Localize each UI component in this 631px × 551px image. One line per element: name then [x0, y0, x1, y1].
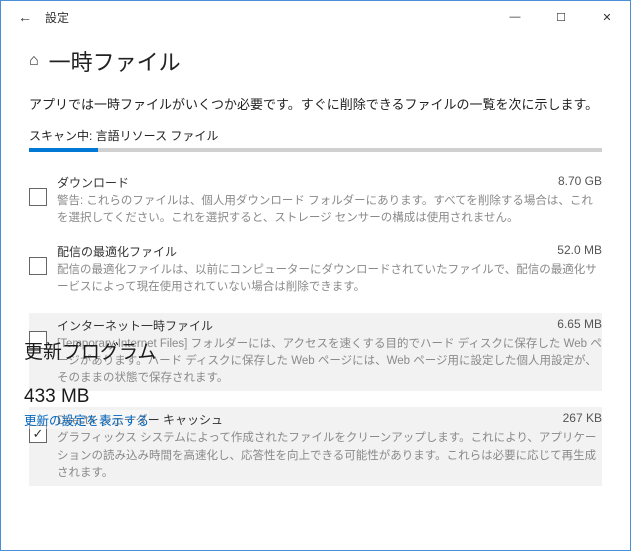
update-settings-link[interactable]: 更新の設定を表示する: [24, 410, 149, 429]
item-name: インターネット一時ファイル: [57, 317, 557, 334]
scan-progress-bar: [29, 148, 98, 152]
scan-progress: [29, 148, 602, 152]
minimize-button[interactable]: —: [492, 1, 538, 33]
checkbox-delivery-optimization[interactable]: [29, 257, 47, 275]
checkbox-downloads[interactable]: [29, 188, 47, 206]
item-name: 配信の最適化ファイル: [57, 243, 557, 260]
home-icon: ⌂: [29, 52, 39, 70]
list-item: 配信の最適化ファイル 52.0 MB 配信の最適化ファイルは、以前にコンピュータ…: [29, 243, 602, 297]
item-desc: グラフィックス システムによって作成されたファイルをクリーンアップします。これに…: [57, 430, 602, 482]
list-item: ダウンロード 8.70 GB 警告: これらのファイルは、個人用ダウンロード フ…: [29, 174, 602, 228]
item-desc: 配信の最適化ファイルは、以前にコンピューターにダウンロードされていたファイルで、…: [57, 262, 602, 297]
item-name: ダウンロード: [57, 174, 558, 191]
back-button[interactable]: ←: [9, 1, 41, 33]
update-programs-heading: 更新プログラム: [24, 337, 324, 364]
scan-status: スキャン中: 言語リソース ファイル: [29, 127, 602, 144]
item-desc: 警告: これらのファイルは、個人用ダウンロード フォルダーにあります。すべてを削…: [57, 193, 602, 228]
item-size: 6.65 MB: [557, 317, 602, 334]
maximize-button[interactable]: ☐: [538, 1, 584, 33]
window-title: 設定: [45, 9, 69, 26]
item-size: 8.70 GB: [558, 174, 602, 191]
update-programs-size: 433 MB: [24, 386, 324, 408]
page-title: 一時ファイル: [49, 45, 181, 77]
item-size: 52.0 MB: [557, 243, 602, 260]
intro-text: アプリでは一時ファイルがいくつか必要です。すぐに削除できるファイルの一覧を次に示…: [29, 95, 602, 115]
item-size: 267 KB: [563, 411, 602, 428]
close-button[interactable]: ✕: [584, 1, 630, 33]
